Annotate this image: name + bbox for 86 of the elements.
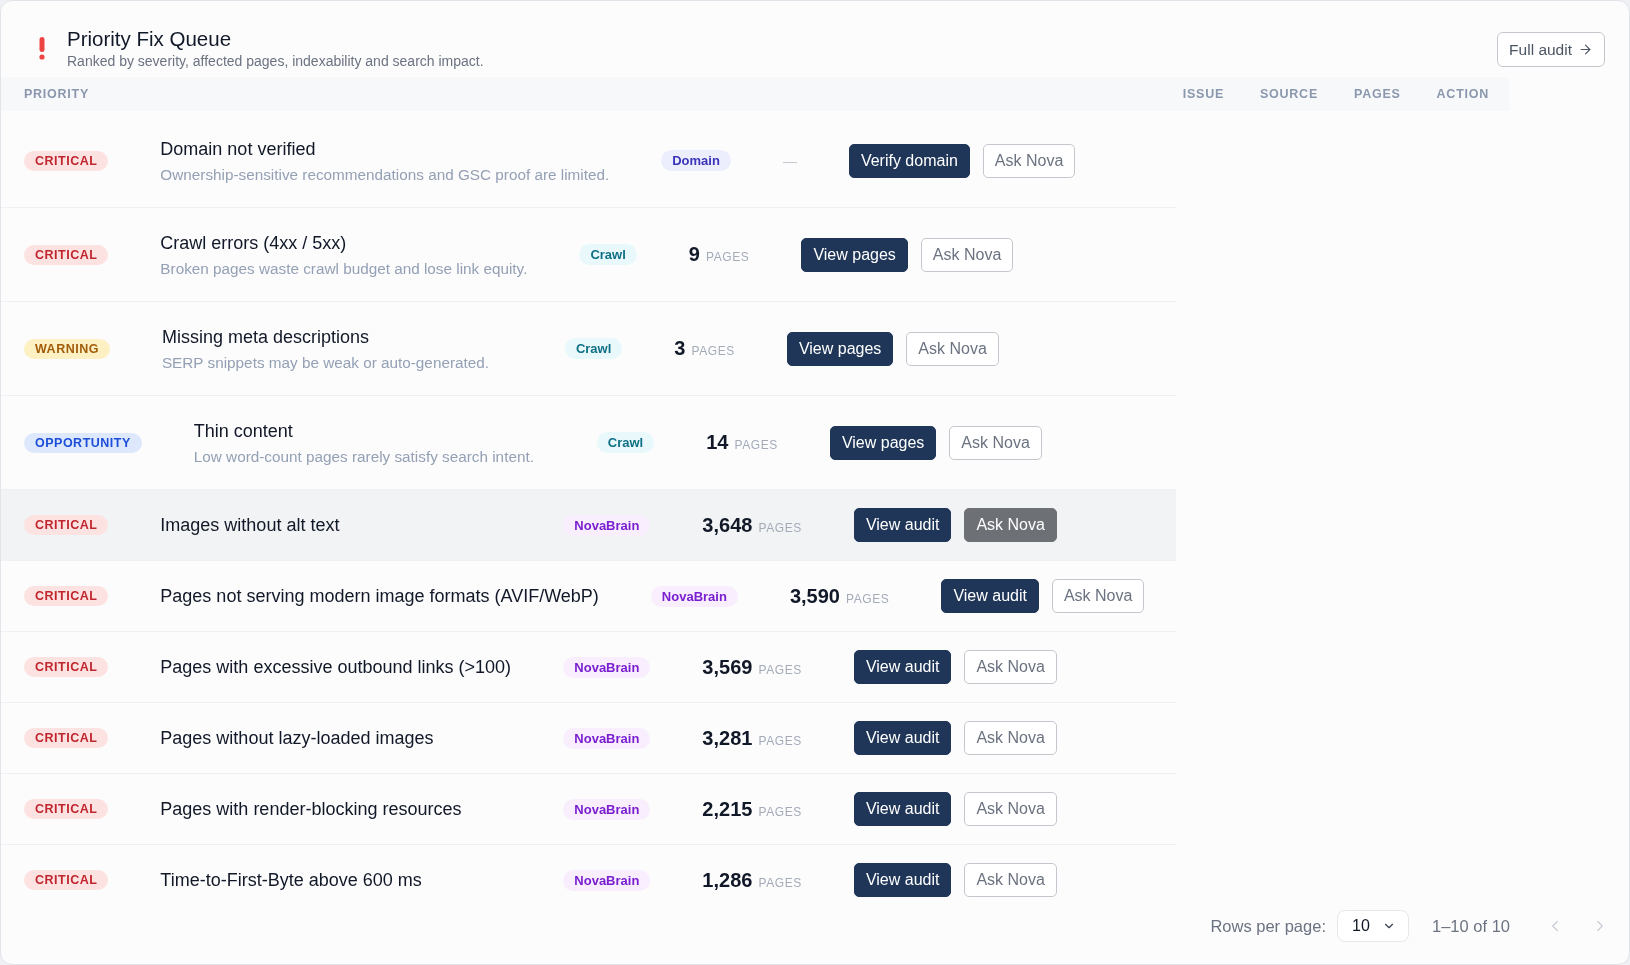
severity-badge: CRITICAL [24, 586, 109, 606]
panel-subtitle: Ranked by severity, affected pages, indexability and search impact. [67, 53, 484, 70]
page-count: 3,648 [702, 513, 753, 537]
primary-action-button[interactable]: View audit [853, 863, 952, 897]
ask-assistant-button[interactable]: Ask Nova [920, 237, 1014, 272]
source-tag: NovaBrain [563, 514, 651, 536]
column-header: SOURCE [1260, 87, 1318, 101]
ask-assistant-button[interactable]: Ask Nova [949, 425, 1042, 460]
rows-per-page-label: Rows per page: [1210, 916, 1326, 936]
rows-per-page-select[interactable]: 10 [1337, 910, 1409, 942]
source-tag: NovaBrain [563, 656, 651, 678]
issue-description: Ownership-sensitive recommendations and GSC proof are limited. [160, 164, 610, 184]
page-count: 2,215 [702, 797, 753, 821]
column-header: PAGES [1354, 87, 1401, 101]
issue-title: Thin content [193, 419, 294, 442]
issue-title: Pages not serving modern image formats (AVIF/WebP) [160, 585, 599, 607]
severity-badge: CRITICAL [24, 150, 109, 171]
primary-action-button[interactable]: View pages [829, 425, 937, 460]
source-tag: Crawl [564, 338, 623, 359]
source-tag: NovaBrain [563, 798, 651, 820]
severity-badge: OPPORTUNITY [24, 432, 142, 453]
severity-badge: CRITICAL [24, 244, 109, 265]
pages-unit-label: PAGES [758, 804, 802, 819]
full-audit-button[interactable]: Full audit [1497, 32, 1605, 67]
source-tag: NovaBrain [563, 727, 651, 749]
ask-assistant-button[interactable]: Ask Nova [906, 331, 999, 366]
page-count: 9 [688, 243, 700, 266]
pages-unit-label: PAGES [705, 250, 750, 264]
primary-action-button[interactable]: View audit [853, 650, 952, 684]
exclamation-icon [38, 37, 46, 60]
issue-title: Domain not verified [160, 137, 317, 160]
primary-action-button[interactable]: View audit [941, 579, 1039, 613]
page-count: 3 [674, 337, 686, 360]
primary-action-button[interactable]: Verify domain [848, 143, 970, 178]
primary-action-button[interactable]: View pages [801, 237, 908, 272]
source-tag: Crawl [579, 244, 637, 265]
ask-assistant-button[interactable]: Ask Nova [964, 508, 1057, 542]
pages-unit-label: PAGES [758, 875, 802, 890]
issue-description: SERP snippets may be weak or auto-generated. [161, 352, 490, 372]
ask-assistant-button[interactable]: Ask Nova [964, 721, 1057, 755]
severity-badge: CRITICAL [24, 515, 109, 535]
issue-title: Time-to-First-Byte above 600 ms [160, 869, 423, 891]
empty-value: — [782, 152, 797, 169]
pages-unit-label: PAGES [845, 591, 890, 606]
primary-action-button[interactable]: View audit [853, 792, 952, 826]
source-tag: Crawl [596, 432, 655, 453]
panel-title: Priority Fix Queue [67, 26, 233, 52]
source-tag: NovaBrain [650, 585, 738, 607]
page-count: 1,286 [702, 868, 753, 892]
page-count: 14 [706, 431, 729, 454]
issue-title: Pages without lazy-loaded images [160, 727, 435, 749]
ask-assistant-button[interactable]: Ask Nova [982, 143, 1076, 178]
issue-title: Pages with render-blocking resources [160, 798, 463, 820]
severity-badge: WARNING [24, 338, 110, 359]
issue-description: Broken pages waste crawl budget and lose link equity. [160, 258, 528, 278]
pages-unit-label: PAGES [734, 438, 778, 452]
ask-assistant-button[interactable]: Ask Nova [964, 650, 1057, 684]
pagination-range: 1–10 of 10 [1432, 916, 1510, 936]
issue-title: Missing meta descriptions [161, 325, 370, 348]
page-count: 3,281 [702, 726, 753, 750]
source-tag: Domain [661, 150, 731, 171]
page-count: 3,569 [702, 655, 753, 679]
issue-title: Pages with excessive outbound links (>100) [160, 656, 512, 678]
severity-badge: CRITICAL [24, 728, 109, 748]
ask-assistant-button[interactable]: Ask Nova [964, 863, 1057, 897]
column-header: ACTION [1436, 87, 1489, 101]
pages-unit-label: PAGES [758, 662, 802, 677]
issue-title: Images without alt text [160, 514, 341, 536]
pages-unit-label: PAGES [691, 344, 735, 358]
column-header: PRIORITY [24, 87, 90, 101]
arrow-right-icon [1578, 42, 1593, 57]
page-count: 3,590 [789, 584, 840, 608]
primary-action-button[interactable]: View audit [853, 721, 952, 755]
primary-action-button[interactable]: View pages [786, 331, 894, 366]
ask-assistant-button[interactable]: Ask Nova [1051, 579, 1145, 613]
severity-badge: CRITICAL [24, 799, 109, 819]
issue-description: Low word-count pages rarely satisfy search intent. [193, 446, 535, 466]
pages-unit-label: PAGES [758, 733, 802, 748]
issue-title: Crawl errors (4xx / 5xx) [160, 231, 348, 254]
severity-badge: CRITICAL [24, 870, 109, 890]
column-header: ISSUE [1182, 87, 1224, 101]
pages-unit-label: PAGES [758, 520, 802, 535]
source-tag: NovaBrain [563, 869, 651, 891]
primary-action-button[interactable]: View audit [853, 508, 952, 542]
ask-assistant-button[interactable]: Ask Nova [964, 792, 1057, 826]
severity-badge: CRITICAL [24, 657, 109, 677]
